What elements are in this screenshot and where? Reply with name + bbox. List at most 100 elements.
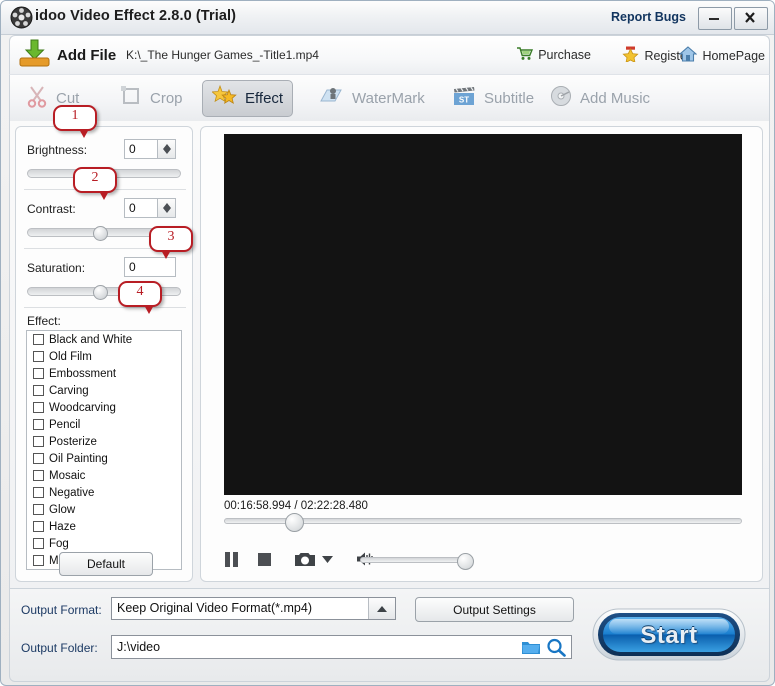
callout-number: 4 [136, 284, 144, 299]
add-file-button[interactable]: Add File [18, 38, 116, 73]
brightness-label: Brightness: [27, 143, 88, 157]
output-format-select[interactable]: Keep Original Video Format(*.mp4) [111, 597, 396, 620]
effect-list-item[interactable]: Mosaic [27, 467, 181, 484]
checkbox-icon[interactable] [33, 385, 44, 396]
tab-subtitle-label: Subtitle [484, 90, 535, 107]
checkbox-icon[interactable] [33, 351, 44, 362]
effect-list-item[interactable]: Embossment [27, 365, 181, 382]
checkbox-icon[interactable] [33, 368, 44, 379]
preview-panel: 00:16:58.994 / 02:22:28.480 [200, 126, 763, 582]
film-reel-icon [10, 6, 33, 29]
effect-list-item-label: Posterize [49, 435, 97, 448]
window-title: idoo Video Effect 2.8.0 (Trial) [35, 8, 237, 24]
stop-icon[interactable] [257, 551, 272, 568]
seek-bar[interactable] [224, 513, 742, 532]
seek-bar-thumb[interactable] [285, 513, 304, 532]
effect-list-item-label: Pencil [49, 418, 81, 431]
effect-checkbox-list[interactable]: Black and White Old Film Embossment Carving… [26, 330, 182, 570]
cart-icon [516, 46, 534, 64]
report-bugs-link[interactable]: Report Bugs [611, 10, 686, 24]
content-area: Brightness: 0 Contrast: 0 Saturation: 0 … [9, 121, 770, 589]
contrast-slider-thumb[interactable] [93, 226, 108, 241]
brightness-value: 0 [129, 142, 136, 156]
effect-list-item[interactable]: Old Film [27, 348, 181, 365]
volume-slider-thumb[interactable] [457, 553, 474, 570]
checkbox-icon[interactable] [33, 470, 44, 481]
svg-text:ST: ST [459, 96, 469, 105]
effect-list-item[interactable]: Posterize [27, 433, 181, 450]
player-controls [224, 547, 664, 571]
checkbox-icon[interactable] [33, 453, 44, 464]
checkbox-icon[interactable] [33, 334, 44, 345]
checkbox-icon[interactable] [33, 521, 44, 532]
tab-effect-label: Effect [245, 90, 284, 107]
checkbox-icon[interactable] [33, 555, 44, 566]
tab-watermark[interactable]: WaterMark [310, 80, 434, 117]
checkbox-icon[interactable] [33, 538, 44, 549]
tab-effect[interactable]: Effect [202, 80, 294, 117]
brightness-stepper[interactable] [157, 139, 176, 159]
effect-list-item[interactable]: Black and White [27, 331, 181, 348]
tab-add-music[interactable]: Add Music [540, 80, 659, 117]
effect-list-item[interactable]: Negative [27, 484, 181, 501]
magnifier-icon[interactable] [546, 638, 566, 662]
minimize-button[interactable] [698, 7, 732, 30]
output-folder-value: J:\video [117, 640, 161, 654]
home-icon [678, 46, 698, 65]
scissors-icon [25, 84, 49, 113]
effect-list-item[interactable]: Woodcarving [27, 399, 181, 416]
checkbox-icon[interactable] [33, 402, 44, 413]
effect-list-item-label: Carving [49, 384, 89, 397]
effect-list-item[interactable]: Haze [27, 518, 181, 535]
close-button[interactable] [734, 7, 768, 30]
effect-list-item-label: Mosaic [49, 469, 86, 482]
effect-list-item[interactable]: Glow [27, 501, 181, 518]
volume-slider[interactable] [360, 553, 474, 570]
contrast-stepper[interactable] [157, 198, 176, 218]
chevron-up-icon[interactable] [368, 598, 395, 619]
folder-icon[interactable] [521, 640, 541, 660]
chevron-down-icon[interactable] [321, 554, 334, 565]
contrast-input[interactable]: 0 [124, 198, 176, 218]
output-settings-button[interactable]: Output Settings [415, 597, 574, 622]
saturation-slider-thumb[interactable] [93, 285, 108, 300]
effect-list-item[interactable]: Carving [27, 382, 181, 399]
pause-icon[interactable] [224, 551, 239, 568]
camera-icon[interactable] [294, 551, 316, 568]
effect-list-label: Effect: [27, 314, 61, 328]
tab-subtitle[interactable]: ST Subtitle [442, 80, 543, 117]
saturation-label: Saturation: [27, 261, 86, 275]
purchase-link[interactable]: Purchase [516, 46, 591, 64]
output-folder-input[interactable]: J:\video [111, 635, 572, 659]
homepage-label: HomePage [702, 48, 765, 63]
effect-list-item-label: Fog [49, 537, 69, 550]
brightness-input[interactable]: 0 [124, 139, 176, 159]
checkbox-icon[interactable] [33, 436, 44, 447]
video-preview[interactable] [224, 134, 742, 495]
tab-crop[interactable]: Crop [110, 80, 192, 117]
effect-list-item-label: Negative [49, 486, 95, 499]
download-arrow-icon [18, 37, 51, 74]
output-format-label: Output Format: [21, 603, 102, 617]
callout-marker-4: 4 [118, 281, 162, 314]
add-file-bar: Add File K:\_The Hunger Games_-Title1.mp… [9, 35, 770, 75]
checkbox-icon[interactable] [33, 504, 44, 515]
effect-list-item-label: Embossment [49, 367, 117, 380]
effect-list-item-label: Haze [49, 520, 76, 533]
default-button[interactable]: Default [59, 552, 153, 576]
checkbox-icon[interactable] [33, 487, 44, 498]
start-button[interactable]: Start [589, 606, 749, 663]
contrast-label: Contrast: [27, 202, 76, 216]
homepage-link[interactable]: HomePage [678, 46, 765, 65]
effect-list-item[interactable]: Oil Painting [27, 450, 181, 467]
contrast-value: 0 [129, 201, 136, 215]
effect-list-item[interactable]: Pencil [27, 416, 181, 433]
effect-list-item[interactable]: Fog [27, 535, 181, 552]
current-file-path: K:\_The Hunger Games_-Title1.mp4 [126, 48, 319, 62]
effect-list-item-label: Woodcarving [49, 401, 116, 414]
effect-list-item-label: Oil Painting [49, 452, 108, 465]
effect-list-item-label: Old Film [49, 350, 92, 363]
saturation-input[interactable]: 0 [124, 257, 176, 277]
checkbox-icon[interactable] [33, 419, 44, 430]
callout-marker-1: 1 [53, 105, 97, 138]
